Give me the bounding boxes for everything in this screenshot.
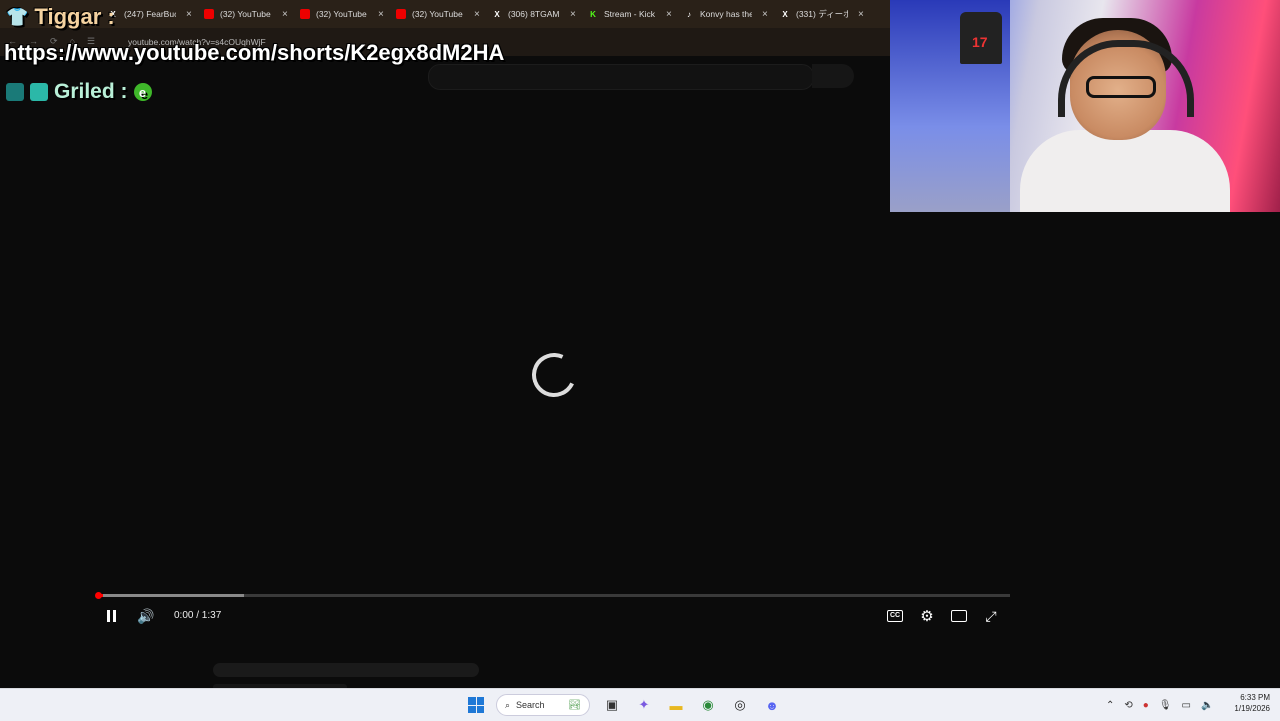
- jersey-badge-icon: [6, 83, 24, 101]
- time-display: 0:00 / 1:37: [174, 610, 222, 621]
- browser-tab-label: (306) 8TGAMI: [508, 9, 560, 19]
- loading-spinner-icon: [525, 346, 583, 404]
- copilot-icon[interactable]: ✦: [634, 695, 654, 715]
- pause-button[interactable]: [104, 606, 118, 626]
- tiktok-icon: ♪: [687, 9, 691, 19]
- chat-message-1-text: https://www.youtube.com/shorts/K2egx8dM2…: [4, 40, 505, 65]
- scrubber-handle[interactable]: [95, 592, 102, 599]
- sync-icon[interactable]: ⟲: [1124, 700, 1132, 711]
- windows-start-icon[interactable]: [468, 697, 484, 713]
- close-tab-icon[interactable]: ×: [762, 9, 768, 20]
- browser-tab-strip: X(247) FearBuck×(32) YouTube×(32) YouTub…: [0, 0, 890, 28]
- antivirus-icon[interactable]: ●: [1143, 700, 1149, 711]
- close-tab-icon[interactable]: ×: [570, 9, 576, 20]
- close-tab-icon[interactable]: ×: [858, 9, 864, 20]
- theater-mode-button[interactable]: [950, 606, 968, 626]
- x-icon: X: [494, 9, 500, 19]
- browser-tab-label: (32) YouTube: [316, 9, 367, 19]
- browser-tab-label: Stream - Kick: [604, 9, 656, 19]
- close-tab-icon[interactable]: ×: [474, 9, 480, 20]
- browser-tab[interactable]: (32) YouTube ×: [204, 4, 288, 24]
- youtube-icon: [396, 9, 406, 19]
- search-highlight-icon: 🏞: [568, 699, 581, 711]
- youtube-search-button-placeholder: [812, 64, 854, 88]
- captions-button[interactable]: CC: [886, 606, 904, 626]
- network-icon[interactable]: ▭: [1182, 700, 1191, 711]
- emote-icon: e: [133, 83, 152, 101]
- streamer-webcam: 17: [890, 0, 1280, 212]
- task-view-icon[interactable]: ▣: [602, 695, 622, 715]
- chat-message-1-author: 👕 Tiggar :: [6, 4, 115, 29]
- chevron-up-icon[interactable]: ⌃: [1106, 700, 1114, 711]
- browser-tab-label: Konvy has the: [700, 9, 752, 19]
- browser-tab[interactable]: K Stream - Kick ×: [588, 4, 672, 24]
- browser-tab[interactable]: (32) YouTube ×: [300, 4, 384, 24]
- shirt-badge-icon: 👕: [6, 6, 29, 27]
- taskbar-search-box[interactable]: ⌕ Search 🏞: [496, 694, 590, 716]
- youtube-icon: [300, 9, 310, 19]
- close-tab-icon[interactable]: ×: [186, 9, 192, 20]
- progress-buffered: [98, 594, 244, 597]
- title-placeholder: [213, 663, 479, 677]
- settings-gear-icon[interactable]: ⚙: [918, 606, 936, 626]
- chat-message-2-author: Griled :: [54, 80, 128, 103]
- browser-tab-label: (247) FearBuck: [124, 9, 176, 19]
- close-tab-icon[interactable]: ×: [666, 9, 672, 20]
- youtube-icon: [204, 9, 214, 19]
- browser-tab-label: (32) YouTube: [412, 9, 463, 19]
- chat-message-2: Griled : e: [6, 80, 152, 104]
- browser-tab-label: (32) YouTube: [220, 9, 271, 19]
- microphone-icon[interactable]: 🎙: [1159, 700, 1172, 711]
- close-tab-icon[interactable]: ×: [378, 9, 384, 20]
- windows-taskbar: ⌕ Search 🏞 ▣ ✦ ▬ ◉ ◎ ☻ ⌃ ⟲ ● 🎙 ▭ 🔈: [0, 688, 1280, 721]
- volume-icon[interactable]: 🔊: [136, 606, 156, 626]
- browser-tab[interactable]: X(247) FearBuck×: [108, 4, 192, 24]
- taskbar-clock[interactable]: 6:33 PM 1/19/2026: [1228, 692, 1270, 714]
- progress-bar[interactable]: [98, 594, 1010, 597]
- browser-tab-label: (331) ディーボ: [796, 9, 848, 19]
- fullscreen-icon[interactable]: ⤢: [982, 606, 1000, 626]
- speaker-icon[interactable]: 🔈: [1201, 700, 1213, 711]
- file-explorer-icon[interactable]: ▬: [666, 695, 686, 715]
- browser-tab[interactable]: ♪ Konvy has the ×: [684, 4, 768, 24]
- browser-tab[interactable]: X (306) 8TGAMI ×: [492, 4, 576, 24]
- kick-icon: K: [590, 9, 596, 19]
- search-icon: ⌕: [505, 699, 511, 710]
- obs-icon[interactable]: ◎: [730, 695, 750, 715]
- chrome-icon[interactable]: ◉: [698, 695, 718, 715]
- x-icon: X: [782, 9, 788, 19]
- browser-tab[interactable]: X (331) ディーボ ×: [780, 4, 864, 24]
- youtube-search-placeholder: [428, 64, 814, 90]
- close-tab-icon[interactable]: ×: [282, 9, 288, 20]
- game-badge-icon: [30, 83, 48, 101]
- discord-icon[interactable]: ☻: [762, 695, 782, 715]
- browser-tab[interactable]: (32) YouTube ×: [396, 4, 480, 24]
